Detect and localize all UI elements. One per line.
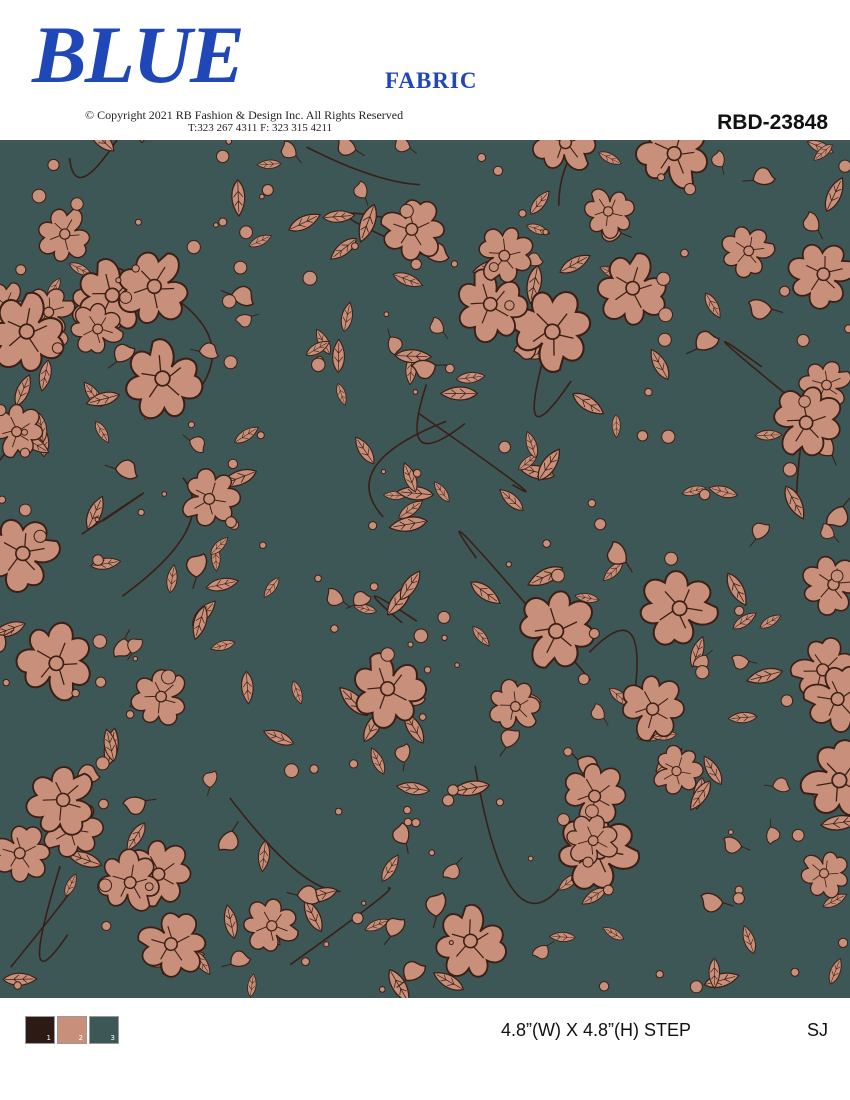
contact-info: T:323 267 4311 F: 323 315 4211 <box>188 122 333 134</box>
copyright-notice: © Copyright 2021 RB Fashion & Design Inc… <box>85 108 404 122</box>
color-swatch-3: 3 <box>89 1016 119 1044</box>
brand-logo: BLUE <box>32 9 245 100</box>
swatch-number: 3 <box>110 1034 115 1042</box>
color-swatch-1: 1 <box>25 1016 55 1044</box>
design-code: RBD-23848 <box>717 111 828 134</box>
floral-pattern-image <box>0 140 850 998</box>
repeat-step-size: 4.8”(W) X 4.8”(H) STEP <box>501 1020 692 1040</box>
header: BLUE FABRIC © Copyright 2021 RB Fashion … <box>0 0 850 140</box>
footer: 1 2 3 4.8”(W) X 4.8”(H) STEP SJ <box>0 998 850 1100</box>
swatch-number: 1 <box>46 1034 51 1042</box>
designer-initials: SJ <box>806 1020 828 1040</box>
fabric-pattern <box>0 140 850 998</box>
swatch-number: 2 <box>78 1034 83 1042</box>
brand-logo-sub: FABRIC <box>385 68 478 93</box>
color-swatches: 1 2 3 <box>25 1016 119 1044</box>
color-swatch-2: 2 <box>57 1016 87 1044</box>
